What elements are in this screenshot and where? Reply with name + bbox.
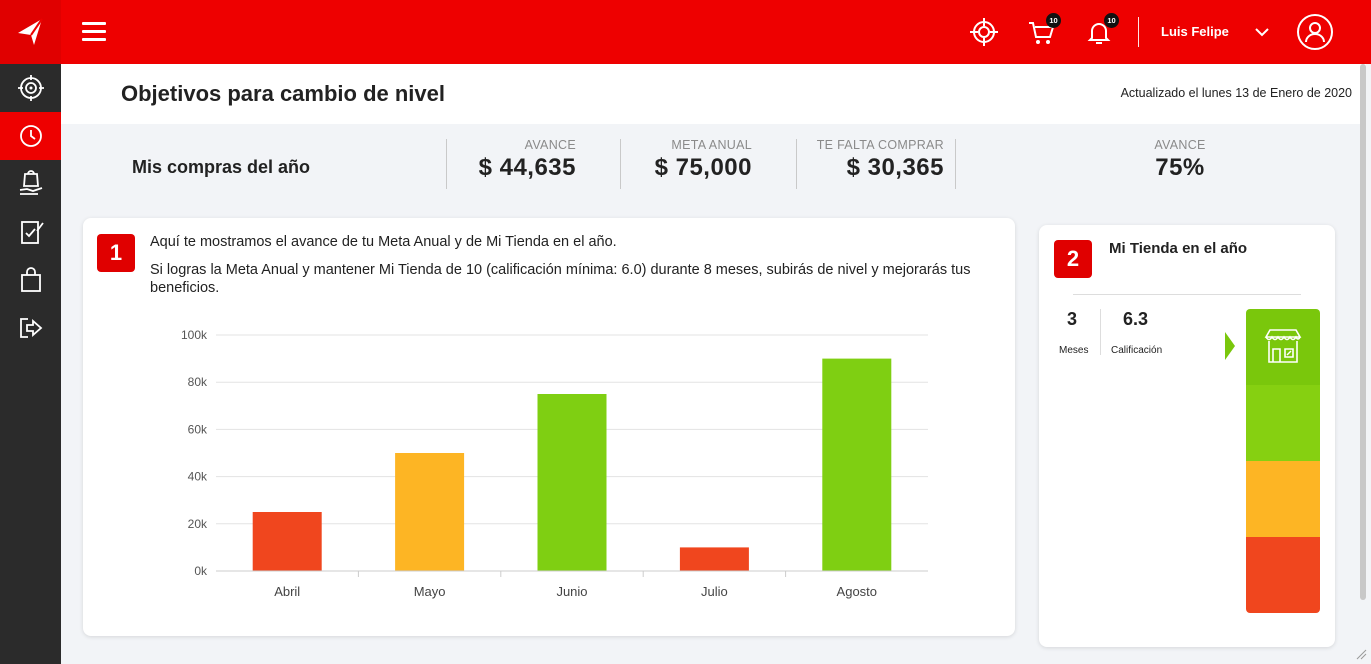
- user-name[interactable]: Luis Felipe: [1161, 24, 1229, 39]
- stat-value: $ 30,365: [846, 154, 944, 181]
- sidebar-item-tasks[interactable]: [0, 208, 61, 256]
- cart-icon[interactable]: 10: [1025, 13, 1061, 48]
- bar: [537, 394, 607, 571]
- bell-icon[interactable]: 10: [1083, 13, 1119, 48]
- y-tick-label: 0k: [194, 564, 208, 578]
- stat-value: 75%: [1155, 154, 1205, 181]
- stat-label: AVANCE: [524, 138, 576, 152]
- divider: [955, 139, 956, 189]
- divider: [1073, 294, 1301, 295]
- clipboard-check-icon: [20, 221, 44, 244]
- scale-level: [1246, 385, 1320, 461]
- x-tick-label: Junio: [556, 584, 587, 599]
- level-pointer-icon: [1225, 332, 1235, 360]
- rating-label: Calificación: [1111, 345, 1163, 356]
- months-label: Meses: [1059, 345, 1089, 356]
- y-tick-label: 100k: [181, 328, 208, 342]
- bar: [822, 358, 892, 571]
- scale-level: [1246, 309, 1320, 385]
- avatar[interactable]: [1297, 14, 1333, 50]
- rating-scale: [1246, 309, 1320, 613]
- notifications-badge: 10: [1104, 13, 1119, 28]
- hand-bag-icon: [19, 170, 42, 195]
- stat-label: META ANUAL: [671, 138, 752, 152]
- stat-value: $ 75,000: [654, 154, 752, 181]
- stat-progress: AVANCE $ 44,635: [458, 138, 576, 190]
- bar-chart: 0k 20k 40k 60k 80k 100k Abril Mayo Junio Julio Ago…: [181, 328, 928, 599]
- x-tick-label: Agosto: [837, 584, 877, 599]
- stat-annual-goal: META ANUAL $ 75,000: [632, 138, 752, 190]
- stat-percent: AVANCE 75%: [1140, 138, 1220, 190]
- store-icon: [1264, 329, 1302, 363]
- stat-value: $ 44,635: [478, 154, 576, 181]
- page-header: Objetivos para cambio de nivel Actualiza…: [61, 64, 1366, 124]
- target-icon[interactable]: [968, 16, 1000, 48]
- stat-label: AVANCE: [1154, 138, 1206, 152]
- scale-level: [1246, 537, 1320, 613]
- scale-level: [1246, 461, 1320, 537]
- y-tick-label: 40k: [188, 470, 208, 484]
- chevron-down-icon[interactable]: [1254, 24, 1270, 40]
- divider: [796, 139, 797, 189]
- rating-value: 6.3: [1123, 309, 1149, 329]
- bar: [252, 512, 322, 571]
- y-tick-label: 20k: [188, 517, 208, 531]
- top-bar: 10 10 Luis Felipe: [0, 0, 1371, 64]
- target-icon: [17, 75, 44, 101]
- x-tick-label: Mayo: [414, 584, 446, 599]
- card-title: Mi Tienda en el año: [1109, 240, 1248, 257]
- x-tick-label: Abril: [274, 584, 300, 599]
- step-badge: 2: [1054, 240, 1092, 278]
- user-icon: [1305, 22, 1325, 43]
- stat-remaining: TE FALTA COMPRAR $ 30,365: [806, 138, 944, 190]
- shopping-bag-icon: [20, 267, 41, 292]
- updated-date: Actualizado el lunes 13 de Enero de 2020: [1120, 86, 1352, 100]
- resize-handle-icon[interactable]: [1355, 648, 1367, 660]
- stat-label: TE FALTA COMPRAR: [816, 138, 944, 152]
- sidebar-item-purchases[interactable]: [0, 160, 61, 208]
- divider: [1100, 309, 1101, 355]
- page-title: Objetivos para cambio de nivel: [121, 81, 445, 106]
- y-tick-label: 80k: [188, 375, 208, 389]
- scrollbar[interactable]: [1360, 64, 1366, 600]
- x-tick-label: Julio: [701, 584, 728, 599]
- sidebar-item-shop[interactable]: [0, 256, 61, 304]
- menu-icon[interactable]: [82, 22, 106, 42]
- months-value: 3: [1067, 309, 1078, 329]
- store-card: 2 Mi Tienda en el año 3 Meses 6.3 Califi…: [1039, 225, 1335, 647]
- y-tick-label: 60k: [188, 422, 208, 436]
- clock-icon: [19, 125, 42, 147]
- divider: [446, 139, 447, 189]
- sidebar-item-logout[interactable]: [0, 304, 61, 352]
- chart-card: 1 Aquí te mostramos el avance de tu Meta…: [83, 218, 1015, 636]
- logout-icon: [19, 318, 42, 338]
- divider: [620, 139, 621, 189]
- sidebar-item-target[interactable]: [0, 64, 61, 112]
- divider: [1138, 17, 1139, 47]
- stats-title: Mis compras del año: [132, 157, 311, 177]
- bar: [679, 547, 749, 571]
- sidebar-item-clock[interactable]: [0, 112, 61, 160]
- sidebar: [0, 64, 61, 664]
- logo[interactable]: [0, 0, 61, 64]
- bar: [395, 453, 465, 571]
- logo-icon: [17, 18, 43, 45]
- cart-badge: 10: [1046, 13, 1061, 28]
